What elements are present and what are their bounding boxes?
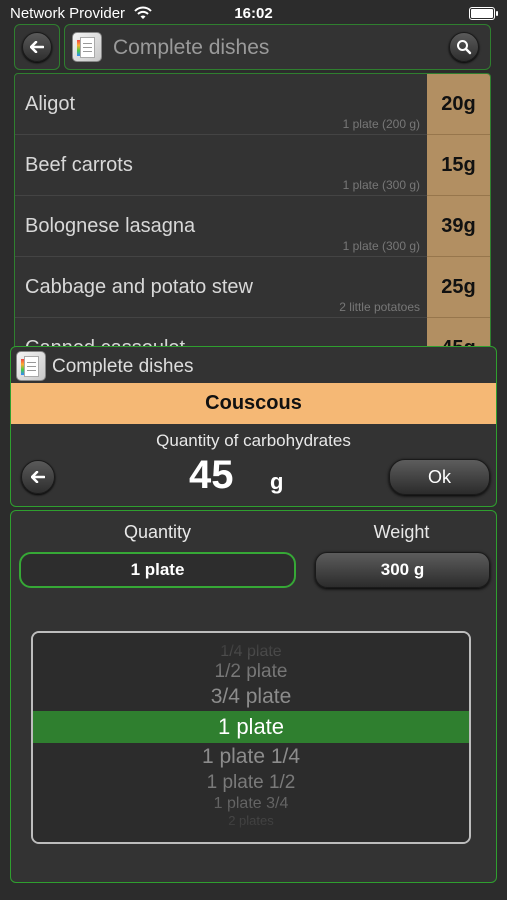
- dish-portion: 2 little potatoes: [339, 300, 420, 314]
- picker-selected-option[interactable]: 1 plate: [33, 711, 469, 743]
- picker-option[interactable]: 1/2 plate: [33, 661, 469, 683]
- ok-button[interactable]: Ok: [389, 459, 490, 495]
- app-logo-icon: [16, 351, 46, 381]
- back-button[interactable]: [21, 460, 55, 494]
- picker-option[interactable]: 3/4 plate: [33, 685, 469, 709]
- picker-option[interactable]: 1 plate 1/2: [33, 772, 469, 794]
- page-title: Complete dishes: [113, 36, 270, 59]
- dish-detail-panel: Complete dishes Couscous Quantity of car…: [10, 346, 497, 507]
- dish-portion: 1 plate (200 g): [342, 117, 420, 131]
- dish-name: Aligot: [25, 93, 76, 115]
- app-logo-icon: [72, 32, 102, 62]
- list-item[interactable]: Beef carrots 1 plate (300 g) 15g: [15, 135, 490, 196]
- back-button[interactable]: [14, 24, 60, 70]
- dish-name: Cabbage and potato stew: [25, 276, 253, 298]
- quantity-picker[interactable]: 1/4 plate 1/2 plate 3/4 plate 1 plate 1 …: [31, 631, 471, 844]
- dish-carbs: 25g: [427, 257, 490, 318]
- clock: 16:02: [234, 5, 273, 22]
- dish-carbs: 15g: [427, 135, 490, 196]
- dish-list[interactable]: Aligot 1 plate (200 g) 20g Beef carrots …: [14, 73, 491, 363]
- carb-unit: g: [270, 469, 284, 494]
- dish-carbs: 39g: [427, 196, 490, 257]
- arrow-left-icon: [22, 32, 52, 62]
- picker-option[interactable]: 1 plate 1/4: [33, 745, 469, 769]
- search-icon[interactable]: [449, 32, 479, 62]
- weight-label: Weight: [373, 522, 430, 542]
- carb-label: Quantity of carbohydrates: [156, 431, 351, 450]
- list-item[interactable]: Cabbage and potato stew 2 little potatoe…: [15, 257, 490, 318]
- carb-value: 45: [189, 453, 234, 497]
- picker-option[interactable]: 1 plate 3/4: [33, 795, 469, 813]
- list-item[interactable]: Bolognese lasagna 1 plate (300 g) 39g: [15, 196, 490, 257]
- dish-carbs: 20g: [427, 74, 490, 135]
- weight-button[interactable]: 300 g: [315, 552, 490, 588]
- list-item[interactable]: Aligot 1 plate (200 g) 20g: [15, 74, 490, 135]
- search-bar[interactable]: Complete dishes: [64, 24, 491, 70]
- detail-category: Complete dishes: [52, 356, 194, 377]
- dish-name: Bolognese lasagna: [25, 215, 196, 237]
- picker-option[interactable]: 2 plates: [33, 813, 469, 828]
- arrow-left-icon: [31, 471, 45, 483]
- dish-portion: 1 plate (300 g): [342, 178, 420, 192]
- dish-portion: 1 plate (300 g): [342, 239, 420, 253]
- dish-name: Beef carrots: [25, 154, 133, 176]
- battery-icon: [469, 7, 498, 20]
- quantity-label: Quantity: [123, 522, 192, 542]
- quantity-panel: Quantity Weight 1 plate 300 g 1/4 plate …: [10, 510, 497, 883]
- quantity-button[interactable]: 1 plate: [19, 552, 296, 588]
- picker-option[interactable]: 1/4 plate: [33, 643, 469, 661]
- selected-dish-name: Couscous: [11, 383, 496, 424]
